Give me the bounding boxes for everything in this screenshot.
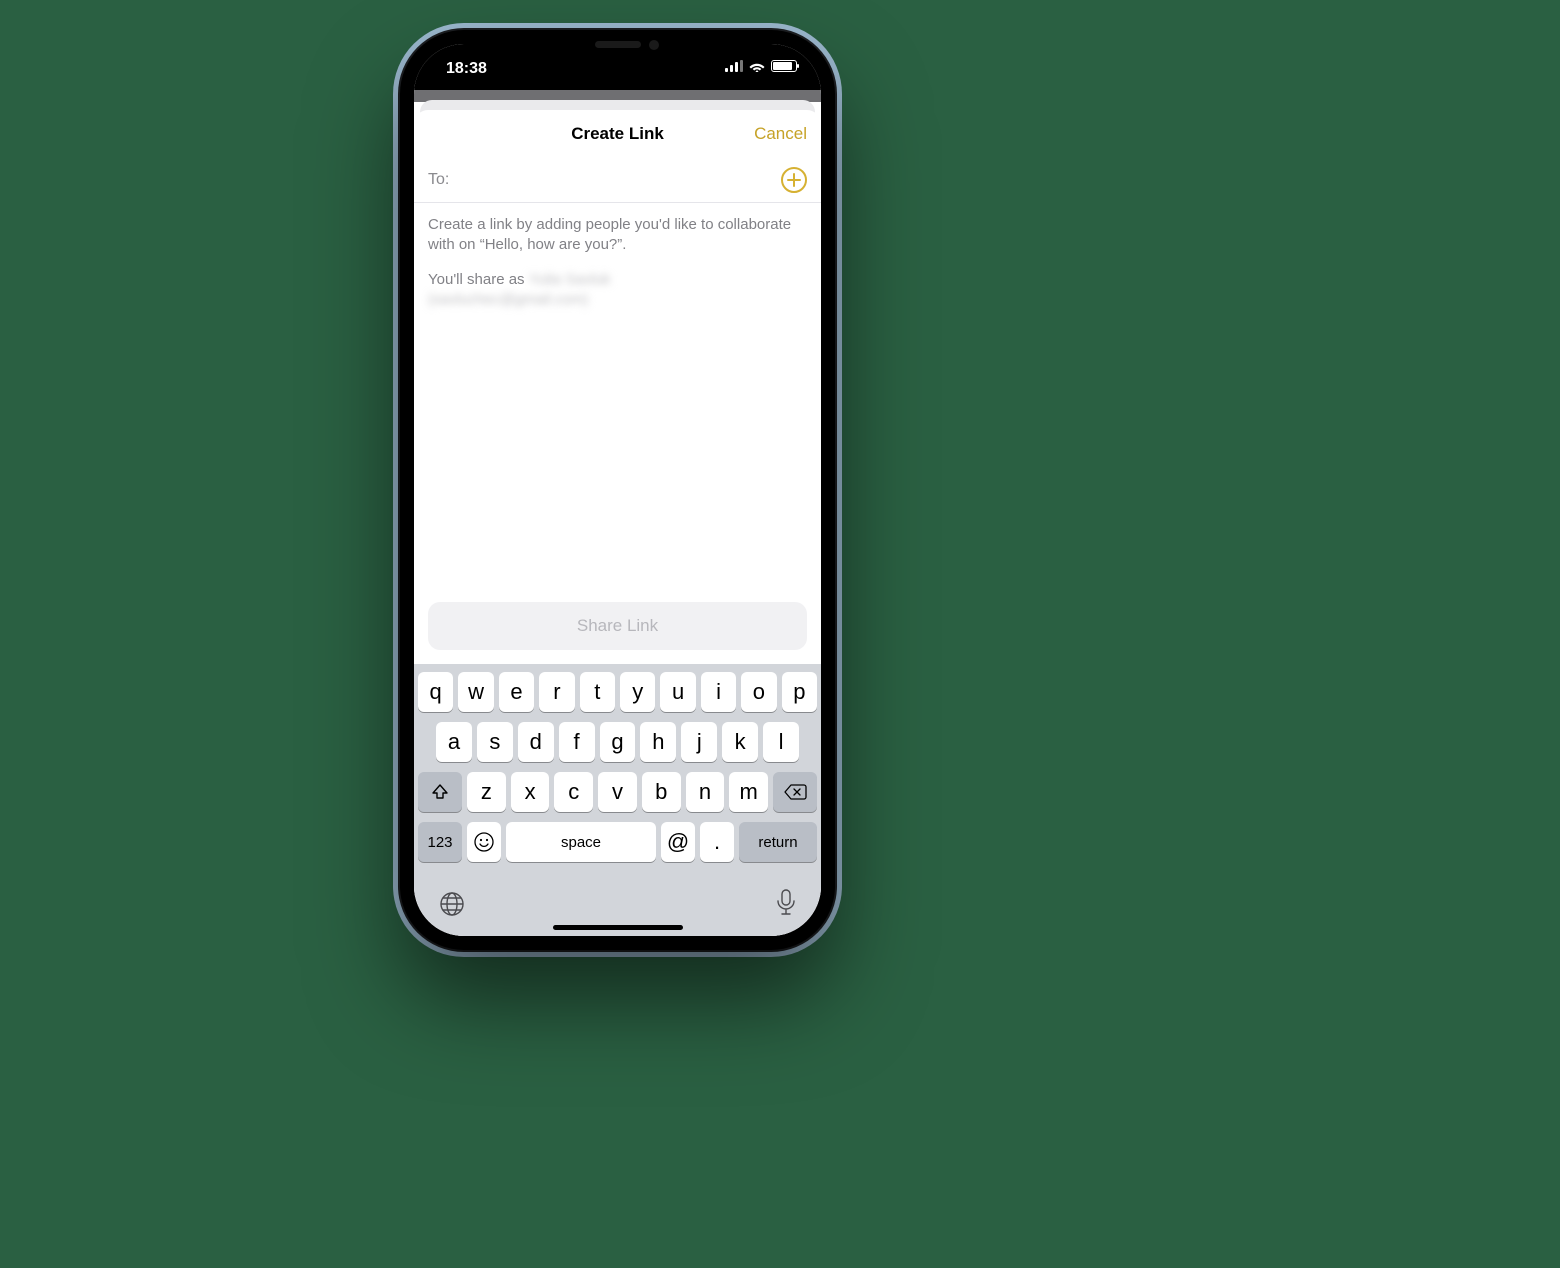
key-x[interactable]: x xyxy=(511,772,550,812)
cancel-button[interactable]: Cancel xyxy=(754,124,807,144)
phone-side-button xyxy=(393,358,398,428)
delete-icon xyxy=(783,783,807,801)
key-p[interactable]: p xyxy=(782,672,817,712)
key-y[interactable]: y xyxy=(620,672,655,712)
shift-icon xyxy=(430,782,450,802)
create-link-sheet: Create Link Cancel To: Create a link by … xyxy=(414,110,821,936)
key-delete[interactable] xyxy=(773,772,817,812)
nav-bar: Create Link Cancel xyxy=(414,110,821,158)
emoji-icon xyxy=(473,831,495,853)
key-return[interactable]: return xyxy=(739,822,817,862)
share-as-text: You'll share as Yulia Savluk (savluchec@… xyxy=(428,270,807,311)
keyboard-row-3: z x c v b n m xyxy=(418,772,817,812)
key-shift[interactable] xyxy=(418,772,462,812)
share-as-email: (savluchec@gmail.com) xyxy=(428,290,588,310)
key-t[interactable]: t xyxy=(580,672,615,712)
phone-side-button xyxy=(393,273,398,343)
phone-side-button xyxy=(836,287,841,397)
key-e[interactable]: e xyxy=(499,672,534,712)
add-contact-button[interactable] xyxy=(781,167,807,193)
keyboard-row-2: a s d f g h j k l xyxy=(418,722,817,762)
key-emoji[interactable] xyxy=(467,822,501,862)
mic-icon xyxy=(775,888,797,918)
key-a[interactable]: a xyxy=(436,722,472,762)
key-space[interactable]: space xyxy=(506,822,656,862)
key-d[interactable]: d xyxy=(518,722,554,762)
key-v[interactable]: v xyxy=(598,772,637,812)
key-l[interactable]: l xyxy=(763,722,799,762)
wifi-icon xyxy=(749,60,765,72)
key-k[interactable]: k xyxy=(722,722,758,762)
cellular-icon xyxy=(725,60,743,72)
battery-icon xyxy=(771,60,797,72)
home-indicator[interactable] xyxy=(553,925,683,930)
share-as-prefix: You'll share as xyxy=(428,271,529,288)
globe-button[interactable] xyxy=(438,890,466,923)
globe-icon xyxy=(438,890,466,918)
key-at[interactable]: @ xyxy=(661,822,695,862)
key-dot[interactable]: . xyxy=(700,822,734,862)
status-time: 18:38 xyxy=(446,60,487,78)
to-label: To: xyxy=(428,171,449,189)
key-w[interactable]: w xyxy=(458,672,493,712)
key-c[interactable]: c xyxy=(554,772,593,812)
status-right xyxy=(725,60,797,72)
keyboard-row-4: 123 space @ . return xyxy=(418,822,817,862)
key-b[interactable]: b xyxy=(642,772,681,812)
key-q[interactable]: q xyxy=(418,672,453,712)
key-f[interactable]: f xyxy=(559,722,595,762)
key-s[interactable]: s xyxy=(477,722,513,762)
phone-notch xyxy=(533,30,703,60)
phone-frame: 18:38 Create Link Cancel To: xyxy=(400,30,835,950)
key-numbers[interactable]: 123 xyxy=(418,822,462,862)
key-g[interactable]: g xyxy=(600,722,636,762)
key-z[interactable]: z xyxy=(467,772,506,812)
share-link-button[interactable]: Share Link xyxy=(428,602,807,650)
phone-screen: 18:38 Create Link Cancel To: xyxy=(414,44,821,936)
keyboard: q w e r t y u i o p a s d f g h xyxy=(414,664,821,878)
key-o[interactable]: o xyxy=(741,672,776,712)
to-row: To: xyxy=(414,158,821,203)
key-u[interactable]: u xyxy=(660,672,695,712)
key-r[interactable]: r xyxy=(539,672,574,712)
intro-text: Create a link by adding people you'd lik… xyxy=(428,215,807,256)
dictation-button[interactable] xyxy=(775,888,797,923)
phone-side-button xyxy=(393,205,398,243)
keyboard-row-1: q w e r t y u i o p xyxy=(418,672,817,712)
plus-icon xyxy=(787,173,801,187)
body-text: Create a link by adding people you'd lik… xyxy=(414,203,821,336)
keyboard-bottom-bar xyxy=(414,878,821,936)
key-n[interactable]: n xyxy=(686,772,725,812)
key-i[interactable]: i xyxy=(701,672,736,712)
key-j[interactable]: j xyxy=(681,722,717,762)
share-as-name: Yulia Savluk xyxy=(529,270,611,290)
to-input[interactable] xyxy=(457,170,781,190)
key-m[interactable]: m xyxy=(729,772,768,812)
key-h[interactable]: h xyxy=(640,722,676,762)
